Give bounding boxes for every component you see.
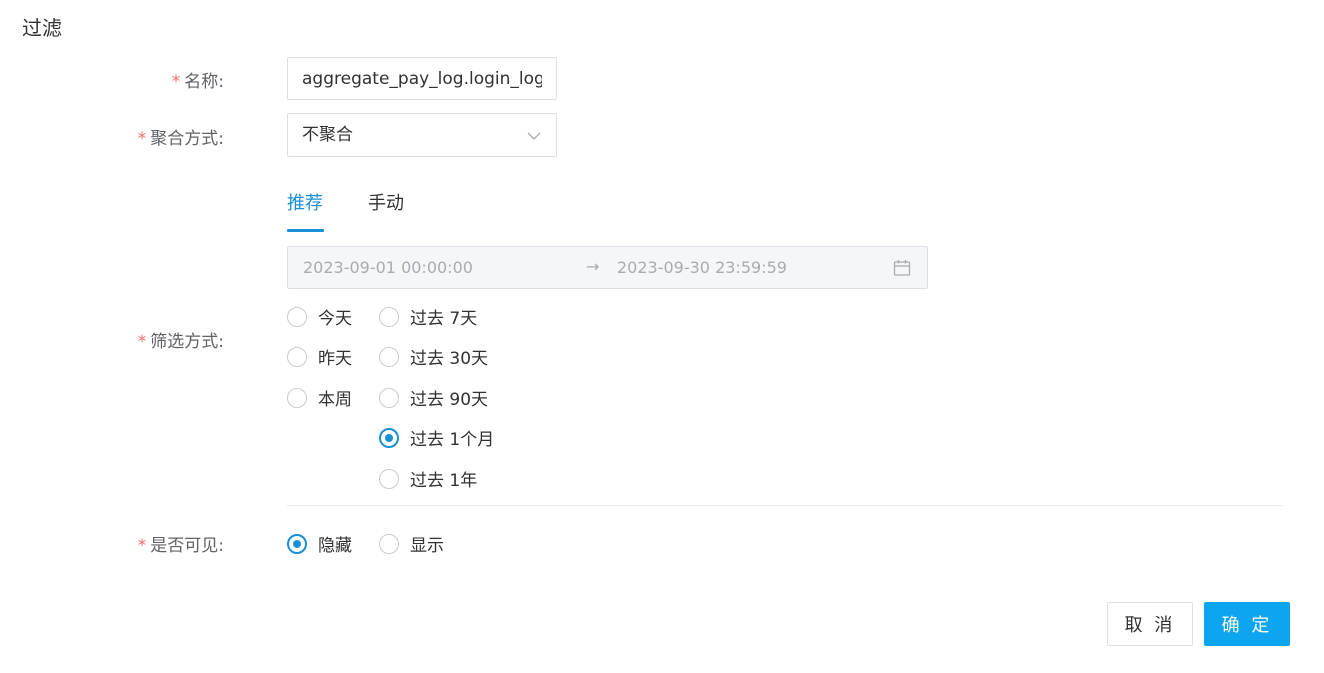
radio-circle[interactable] — [379, 387, 399, 408]
visibility-label-text: 是否可见: — [150, 536, 224, 556]
active-tab-indicator — [287, 229, 324, 232]
tab-manual[interactable]: 手动 — [368, 189, 404, 215]
radio-last-1-month[interactable]: 过去 1个月 — [379, 425, 494, 450]
date-range-picker[interactable]: 2023-09-01 00:00:00 → 2023-09-30 23:59:5… — [287, 246, 928, 289]
radio-last-90-days[interactable]: 过去 90天 — [379, 385, 488, 410]
cancel-button[interactable]: 取 消 — [1107, 602, 1193, 646]
date-range-end[interactable]: 2023-09-30 23:59:59 — [617, 258, 787, 277]
radio-last-30-days[interactable]: 过去 30天 — [379, 344, 488, 369]
required-mark: * — [137, 332, 147, 352]
radio-label: 过去 90天 — [410, 390, 489, 410]
radio-label: 过去 30天 — [410, 349, 489, 369]
radio-label: 显示 — [410, 536, 444, 556]
radio-hidden[interactable]: 隐藏 — [287, 531, 352, 556]
radio-label: 过去 7天 — [410, 309, 478, 329]
radio-today[interactable]: 今天 — [287, 304, 352, 329]
date-range-start[interactable]: 2023-09-01 00:00:00 — [303, 258, 473, 277]
radio-label: 今天 — [318, 309, 352, 329]
required-mark: * — [171, 72, 181, 92]
filter-label-text: 筛选方式: — [150, 332, 224, 352]
aggregation-select-value: 不聚合 — [302, 125, 353, 145]
radio-label: 过去 1年 — [410, 471, 478, 491]
calendar-icon[interactable] — [893, 259, 911, 277]
radio-circle[interactable] — [379, 346, 399, 367]
radio-label: 过去 1个月 — [410, 430, 495, 450]
aggregation-label-text: 聚合方式: — [150, 129, 224, 149]
name-input[interactable] — [287, 57, 557, 100]
radio-circle-checked[interactable] — [287, 533, 307, 554]
aggregation-select[interactable]: 不聚合 — [287, 113, 557, 157]
radio-label: 昨天 — [318, 349, 352, 369]
radio-circle[interactable] — [287, 306, 307, 327]
chevron-down-icon — [527, 132, 541, 140]
date-range-separator: → — [586, 257, 600, 276]
confirm-button[interactable]: 确 定 — [1204, 602, 1290, 646]
filter-label: * 筛选方式: — [138, 327, 224, 352]
visibility-label: * 是否可见: — [138, 531, 224, 556]
radio-last-1-year[interactable]: 过去 1年 — [379, 466, 477, 491]
radio-label: 本周 — [318, 390, 352, 410]
radio-last-7-days[interactable]: 过去 7天 — [379, 304, 477, 329]
radio-circle[interactable] — [287, 387, 307, 408]
tab-recommended[interactable]: 推荐 — [287, 189, 323, 215]
radio-this-week[interactable]: 本周 — [287, 385, 352, 410]
radio-shown[interactable]: 显示 — [379, 531, 444, 556]
radio-circle[interactable] — [379, 533, 399, 554]
radio-circle[interactable] — [379, 306, 399, 327]
radio-label: 隐藏 — [318, 536, 352, 556]
name-label: * 名称: — [172, 67, 224, 92]
divider — [287, 505, 1283, 506]
radio-circle-checked[interactable] — [379, 427, 399, 448]
required-mark: * — [137, 536, 147, 556]
required-mark: * — [137, 129, 147, 149]
name-label-text: 名称: — [184, 72, 224, 92]
aggregation-label: * 聚合方式: — [138, 124, 224, 149]
radio-circle[interactable] — [287, 346, 307, 367]
radio-circle[interactable] — [379, 468, 399, 489]
radio-yesterday[interactable]: 昨天 — [287, 344, 352, 369]
dialog-title: 过滤 — [22, 16, 62, 40]
